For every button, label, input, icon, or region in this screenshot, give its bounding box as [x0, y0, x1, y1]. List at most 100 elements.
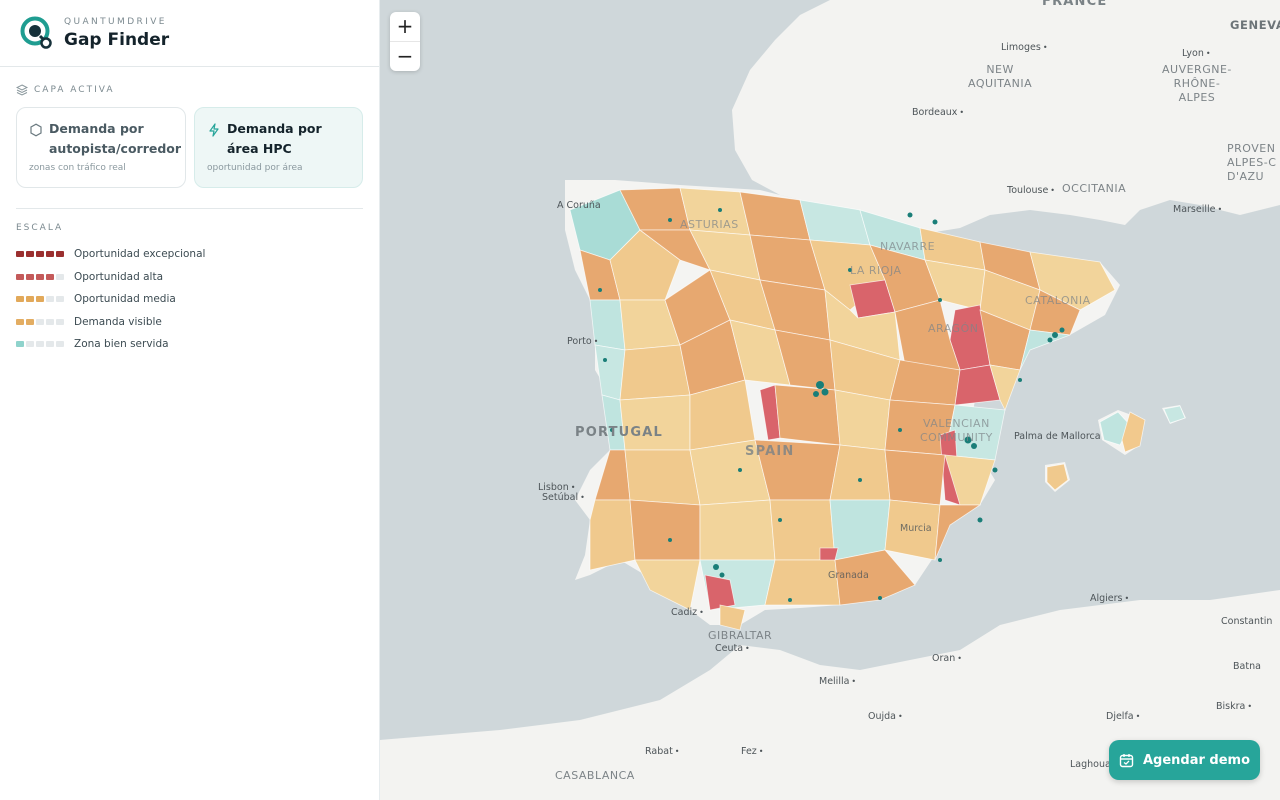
legend-swatch: [56, 251, 64, 258]
map-label-constantine: Constantin: [1221, 616, 1273, 627]
map-label-algiers: Algiers: [1090, 593, 1129, 604]
map-label-asturias: ASTURIAS: [680, 218, 739, 231]
zoom-controls: + −: [390, 12, 420, 71]
map-label-geneva: GENEVA: [1230, 18, 1280, 32]
active-layer-label: CAPA ACTIVA: [34, 85, 115, 95]
zoom-in-button[interactable]: +: [390, 12, 420, 42]
legend-swatch: [16, 318, 24, 325]
map-label-provence: PROVEN ALPES-C D'AZU: [1227, 142, 1277, 183]
map-label-ceuta: Ceuta: [715, 643, 750, 654]
legend-swatch: [46, 296, 54, 303]
layer-option-title: Demanda por autopista/corredor: [49, 121, 182, 156]
scale-legend: Oportunidad excepcional Oportunidad alta…: [0, 233, 379, 356]
map-label-cadiz: Cadiz: [671, 607, 704, 618]
map-label-oran: Oran: [932, 653, 962, 664]
map-label-rabat: Rabat: [645, 746, 680, 757]
legend-swatches: [16, 296, 74, 303]
map-label-marseille: Marseille: [1173, 204, 1222, 215]
map-label-granada: Granada: [828, 570, 869, 581]
legend-swatch: [46, 318, 54, 325]
map-label-batna: Batna: [1233, 661, 1261, 672]
layer-option-title: Demanda por área HPC: [227, 121, 322, 156]
map-label-catalonia: CATALONIA: [1025, 294, 1091, 307]
map-label-auvergne: AUVERGNE- RHÔNE- ALPES: [1162, 63, 1232, 104]
map-label-lyon: Lyon: [1182, 48, 1211, 59]
legend-swatch: [56, 318, 64, 325]
map-label-oujda: Oujda: [868, 711, 903, 722]
map-label-bordeaux: Bordeaux: [912, 107, 964, 118]
active-layer-heading: CAPA ACTIVA: [0, 83, 379, 97]
legend-swatch: [36, 273, 44, 280]
legend-swatches: [16, 341, 74, 348]
legend-swatch: [16, 273, 24, 280]
legend-swatch: [46, 341, 54, 348]
layer-option-corridor[interactable]: Demanda por autopista/corredor zonas con…: [16, 107, 186, 188]
legend-swatch: [16, 341, 24, 348]
map-label-france: FRANCE: [1042, 0, 1108, 9]
map-label-laghouat: Laghouat: [1070, 759, 1115, 770]
legend-label: Zona bien servida: [74, 338, 169, 351]
layer-option-subtitle: oportunidad por área: [207, 163, 303, 173]
legend-swatches: [16, 251, 74, 258]
legend-swatches: [16, 318, 74, 325]
legend-swatch: [36, 318, 44, 325]
map-label-porto: Porto: [567, 336, 598, 347]
hexagon-icon: [30, 123, 42, 137]
map-label-portugal: PORTUGAL: [575, 425, 664, 440]
legend-item: Demanda visible: [16, 311, 363, 334]
zoom-out-button[interactable]: −: [390, 42, 420, 71]
legend-label: Demanda visible: [74, 315, 162, 328]
map-label-melilla: Melilla: [819, 676, 856, 687]
divider: [16, 208, 363, 209]
legend-swatch: [36, 296, 44, 303]
calendar-icon: [1119, 753, 1134, 767]
map-label-casablanca: CASABLANCA: [555, 769, 635, 782]
legend-swatch: [16, 251, 24, 258]
legend-swatches: [16, 273, 74, 280]
map-label-fez: Fez: [741, 746, 764, 757]
layer-option-hpc-area[interactable]: Demanda por área HPC oportunidad por áre…: [194, 107, 363, 188]
map-label-la-rioja: LA RIOJA: [850, 264, 902, 277]
scale-heading: ESCALA: [16, 223, 64, 233]
legend-item: Zona bien servida: [16, 333, 363, 356]
quantumdrive-logo: [20, 16, 52, 49]
map-label-spain: SPAIN: [745, 444, 795, 459]
book-demo-button[interactable]: Agendar demo: [1109, 740, 1260, 780]
map-label-setubal: Setúbal: [542, 492, 585, 503]
brand-kicker: QUANTUMDRIVE: [64, 16, 167, 27]
bolt-icon: [209, 123, 219, 137]
legend-swatch: [26, 251, 34, 258]
legend-swatch: [26, 273, 34, 280]
legend-item: Oportunidad alta: [16, 266, 363, 289]
legend-swatch: [26, 296, 34, 303]
legend-swatch: [56, 273, 64, 280]
legend-swatch: [26, 318, 34, 325]
legend-label: Oportunidad alta: [74, 270, 164, 283]
map-label-toulouse: Toulouse: [1007, 185, 1055, 196]
layer-option-subtitle: zonas con tráfico real: [29, 163, 126, 173]
map-label-gibraltar: GIBRALTAR: [708, 629, 773, 642]
legend-swatch: [36, 251, 44, 258]
map-label-nouvelle-aquitaine: NEW AQUITANIA: [968, 63, 1033, 90]
map-label-valencian-community: VALENCIAN COMMUNITY: [920, 417, 993, 444]
opportunity-cells: [569, 187, 1186, 631]
app-title: Gap Finder: [64, 29, 170, 50]
layers-icon: [16, 84, 28, 96]
book-demo-label: Agendar demo: [1142, 752, 1251, 768]
map-label-limoges: Limoges: [1001, 42, 1048, 53]
map-label-occitania: OCCITANIA: [1062, 182, 1127, 195]
legend-swatch: [46, 251, 54, 258]
legend-swatch: [26, 341, 34, 348]
map-label-biskra: Biskra: [1216, 701, 1252, 712]
map-label-murcia: Murcia: [900, 523, 932, 534]
layer-options: Demanda por autopista/corredor zonas con…: [0, 97, 379, 188]
brand-header: QUANTUMDRIVE Gap Finder: [0, 0, 379, 67]
legend-swatch: [16, 296, 24, 303]
legend-item: Oportunidad excepcional: [16, 243, 363, 266]
legend-swatch: [56, 296, 64, 303]
map-label-palma: Palma de Mallorca: [1014, 431, 1101, 442]
map-label-djelfa: Djelfa: [1106, 711, 1140, 722]
legend-label: Oportunidad media: [74, 293, 176, 306]
legend-label: Oportunidad excepcional: [74, 248, 206, 261]
map-canvas[interactable]: FRANCE GENEVA Limoges Lyon NEW AQUITANIA…: [380, 0, 1280, 800]
